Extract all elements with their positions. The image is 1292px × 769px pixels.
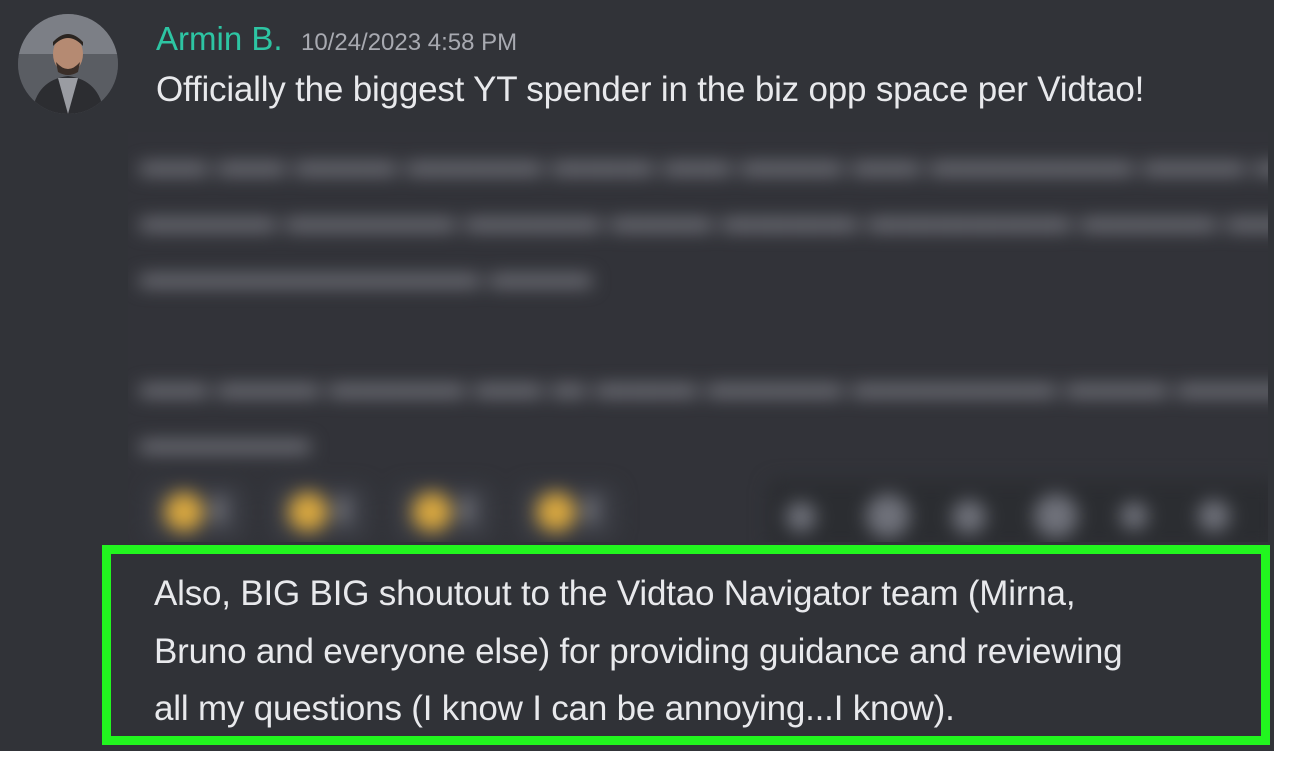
message-text: Officially the biggest YT spender in the… (156, 70, 1145, 109)
edit-icon[interactable] (786, 502, 816, 532)
message-toolbar (768, 480, 1268, 542)
reply-icon[interactable] (952, 500, 986, 534)
reaction-pill[interactable] (394, 484, 494, 540)
reaction-pill[interactable] (518, 484, 618, 540)
username[interactable]: Armin B. (156, 20, 283, 57)
more-icon[interactable] (1198, 500, 1230, 532)
blurred-line: ▬▬▬▬▬ (140, 422, 310, 460)
avatar-photo-icon (18, 14, 118, 114)
reaction-pill[interactable] (270, 484, 370, 540)
highlighted-line: all my questions (I know I can be annoyi… (154, 689, 955, 728)
reaction-pill[interactable] (146, 484, 246, 540)
user-avatar[interactable] (18, 14, 118, 114)
blurred-line: ▬▬▬▬▬▬▬▬▬▬ ▬▬▬ (140, 256, 592, 294)
blurred-line: ▬▬ ▬▬▬ ▬▬▬▬ ▬▬ ▬ ▬▬▬ ▬▬▬▬ ▬▬▬▬▬▬ ▬▬▬ ▬▬▬… (140, 366, 1268, 404)
blurred-line: ▬▬▬▬ ▬▬▬▬▬ ▬▬▬▬ ▬▬▬ ▬▬▬▬ ▬▬▬▬▬▬ ▬▬▬▬ ▬▬▬… (140, 200, 1268, 238)
reaction-icon[interactable] (866, 494, 910, 538)
blurred-line: ▬▬ ▬▬ ▬▬▬ ▬▬▬▬ ▬▬▬ ▬▬ ▬▬▬ ▬▬ ▬▬▬▬▬▬ ▬▬▬ … (140, 144, 1268, 182)
thread-icon[interactable] (1034, 494, 1078, 538)
highlighted-message-text: Also, BIG BIG shoutout to the Vidtao Nav… (154, 565, 1264, 738)
message-header: Armin B. 10/24/2023 4:58 PM (156, 20, 517, 58)
highlighted-line: Bruno and everyone else) for providing g… (154, 631, 1123, 671)
highlighted-line: Also, BIG BIG shoutout to the Vidtao Nav… (154, 574, 1076, 613)
blurred-content: ▬▬ ▬▬ ▬▬▬ ▬▬▬▬ ▬▬▬ ▬▬ ▬▬▬ ▬▬ ▬▬▬▬▬▬ ▬▬▬ … (128, 132, 1268, 542)
timestamp: 10/24/2023 4:58 PM (300, 29, 518, 56)
forward-icon[interactable] (1120, 502, 1148, 530)
highlighted-message-box: Also, BIG BIG shoutout to the Vidtao Nav… (102, 545, 1270, 745)
blurred-text-block: ▬▬ ▬▬ ▬▬▬ ▬▬▬▬ ▬▬▬ ▬▬ ▬▬▬ ▬▬ ▬▬▬▬▬▬ ▬▬▬ … (128, 132, 1268, 542)
